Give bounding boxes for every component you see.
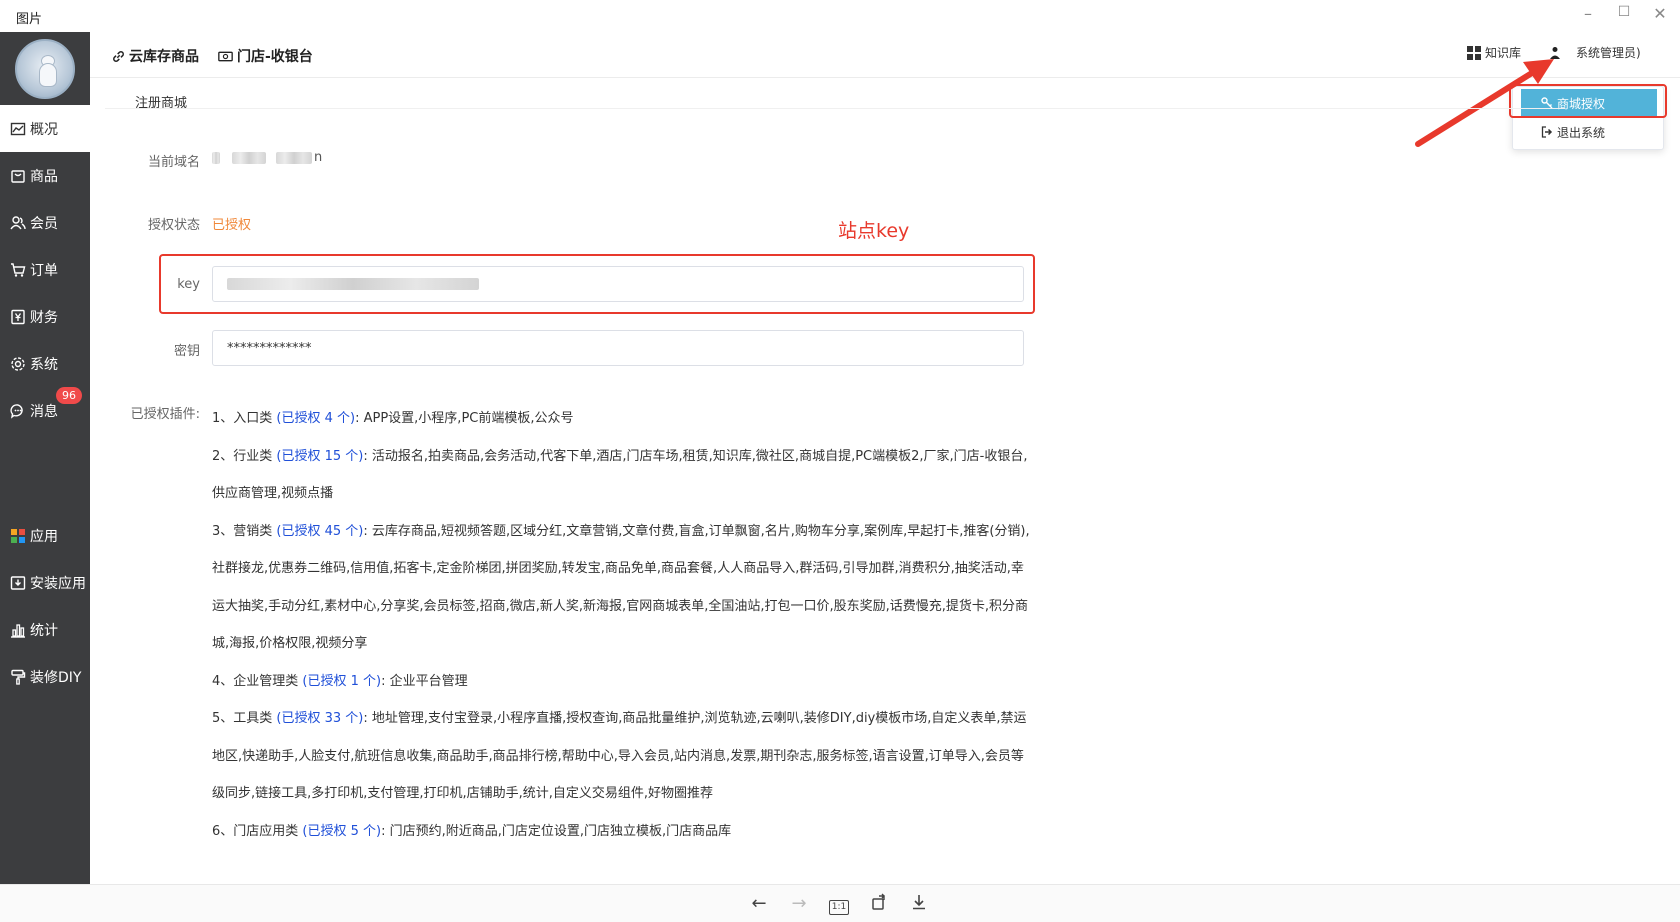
plugin-group: 6、门店应用类 (已授权 5 个): 门店预约,附近商品,门店定位设置,门店独立… xyxy=(212,813,1032,851)
sidebar-item-goods[interactable]: 商品 xyxy=(0,152,90,199)
sidebar-item-orders[interactable]: 订单 xyxy=(0,246,90,293)
dropdown-item-label: 退出系统 xyxy=(1557,125,1606,140)
finance-icon xyxy=(11,309,25,324)
viewer-toolbar: ← → 1:1 xyxy=(0,884,1680,922)
sidebar-item-install-apps[interactable]: 安装应用 xyxy=(0,559,90,606)
sidebar-item-finance[interactable]: 财务 xyxy=(0,293,90,340)
plugin-group-count: (已授权 15 个) xyxy=(276,448,364,464)
status-label: 授权状态 xyxy=(147,218,200,233)
plugin-group-title: 1、入口类 xyxy=(212,411,277,426)
paint-roller-icon xyxy=(11,669,26,685)
secret-value: ************* xyxy=(227,340,312,356)
download-icon xyxy=(10,575,26,590)
sidebar-item-label: 订单 xyxy=(30,262,58,279)
plugin-group-count: (已授权 45 个) xyxy=(276,523,364,539)
sidebar-item-label: 安装应用 xyxy=(30,575,86,592)
section-divider xyxy=(105,108,1565,109)
sidebar-item-label: 商品 xyxy=(30,168,58,185)
plugin-group-items: : 门店预约,附近商品,门店定位设置,门店独立模板,门店商品库 xyxy=(381,823,732,839)
previous-arrow-icon[interactable]: ← xyxy=(748,893,770,915)
chat-icon xyxy=(10,403,23,419)
sidebar-item-diy[interactable]: 装修DIY xyxy=(0,653,90,700)
plugin-group-items: : 云库存商品,短视频答题,区域分红,文章营销,文章付费,盲盒,订单飘窗,名片,… xyxy=(212,523,1030,652)
bar-chart-icon xyxy=(11,623,25,638)
sidebar-item-label: 统计 xyxy=(30,622,58,639)
sidebar-item-label: 应用 xyxy=(30,528,58,545)
domain-value-redacted xyxy=(212,152,220,164)
plugin-group-title: 6、门店应用类 xyxy=(212,823,303,839)
chart-line-icon xyxy=(10,122,26,135)
sidebar-item-label: 消息 xyxy=(30,403,58,420)
plugin-group-title: 3、营销类 xyxy=(212,523,277,539)
plugin-group-count: (已授权 33 个) xyxy=(276,711,364,726)
plugin-group: 1、入口类 (已授权 4 个): APP设置,小程序,PC前端模板,公众号 xyxy=(212,400,1032,438)
key-input[interactable] xyxy=(212,266,1024,302)
plugin-group: 3、营销类 (已授权 45 个): 云库存商品,短视频答题,区域分红,文章营销,… xyxy=(212,513,1032,663)
plugins-label: 已授权插件: xyxy=(130,407,200,422)
window-titlebar: 图片 – ☐ ✕ xyxy=(0,0,1680,32)
domain-value-redacted xyxy=(276,152,312,164)
tab-store-cashier[interactable]: 门店-收银台 xyxy=(218,46,313,66)
plugin-group: 4、企业管理类 (已授权 1 个): 企业平台管理 xyxy=(212,663,1032,701)
window-title: 图片 xyxy=(16,12,43,27)
zoom-label: 1:1 xyxy=(828,900,850,915)
shopping-bag-icon xyxy=(11,169,25,183)
user-label: 系统管理员) xyxy=(1576,46,1641,60)
status-value: 已授权 xyxy=(212,218,252,233)
rotate-icon[interactable] xyxy=(868,893,890,915)
plugin-group-count: (已授权 5 个) xyxy=(302,823,382,839)
tab-label: 云库存商品 xyxy=(129,49,199,65)
minimize-icon[interactable]: – xyxy=(1576,4,1600,23)
next-arrow-icon[interactable]: → xyxy=(788,893,810,915)
message-count-badge: 96 xyxy=(56,387,82,404)
sidebar-item-overview[interactable]: 概况 xyxy=(0,105,90,152)
sidebar-item-label: 会员 xyxy=(30,215,58,232)
avatar[interactable] xyxy=(15,39,75,99)
secret-label: 密钥 xyxy=(173,344,200,359)
domain-label: 当前域名 xyxy=(147,155,200,170)
close-icon[interactable]: ✕ xyxy=(1648,4,1672,23)
user-menu[interactable]: 系统管理员) xyxy=(1549,44,1641,61)
domain-value-redacted xyxy=(232,152,266,164)
download-icon[interactable] xyxy=(908,893,930,915)
domain-value-tail: n xyxy=(314,150,323,165)
sidebar-item-label: 概况 xyxy=(30,121,58,138)
sidebar-item-apps[interactable]: 应用 xyxy=(0,512,90,559)
maximize-icon[interactable]: ☐ xyxy=(1612,4,1636,20)
annotation-site-key: 站点key xyxy=(838,220,910,242)
plugin-group-title: 5、工具类 xyxy=(212,711,277,726)
plugin-group-items: : APP设置,小程序,PC前端模板,公众号 xyxy=(355,411,574,426)
gear-icon xyxy=(11,356,25,371)
plugin-list: 1、入口类 (已授权 4 个): APP设置,小程序,PC前端模板,公众号 2、… xyxy=(212,400,1032,850)
plugin-group: 5、工具类 (已授权 33 个): 地址管理,支付宝登录,小程序直播,授权查询,… xyxy=(212,700,1032,813)
sidebar-item-statistics[interactable]: 统计 xyxy=(0,606,90,653)
plugin-group-items: : 企业平台管理 xyxy=(381,673,468,689)
actual-size-button[interactable]: 1:1 xyxy=(828,893,850,915)
cart-icon xyxy=(11,262,26,277)
plugin-group-title: 2、行业类 xyxy=(212,448,277,464)
users-icon xyxy=(10,215,26,229)
sidebar: 概况 商品 会员 订单 财务 系统 消息 96 应用 安装应用 统计 装修DIY xyxy=(0,32,90,884)
cash-register-icon xyxy=(218,51,233,61)
plugin-group: 2、行业类 (已授权 15 个): 活动报名,拍卖商品,会务活动,代客下单,酒店… xyxy=(212,438,1032,513)
secret-input[interactable]: ************* xyxy=(212,330,1024,366)
plugin-group-count: (已授权 4 个) xyxy=(276,411,356,426)
tab-label: 门店-收银台 xyxy=(237,49,313,65)
plugin-group-count: (已授权 1 个) xyxy=(302,673,382,689)
plugin-group-title: 4、企业管理类 xyxy=(212,673,303,689)
key-value-redacted xyxy=(227,278,479,290)
key-label: key xyxy=(177,277,200,292)
apps-grid-icon xyxy=(11,528,25,543)
sidebar-item-members[interactable]: 会员 xyxy=(0,199,90,246)
tab-cloud-stock[interactable]: 云库存商品 xyxy=(112,46,199,66)
sidebar-item-system[interactable]: 系统 xyxy=(0,340,90,387)
sidebar-item-label: 财务 xyxy=(30,309,58,326)
sidebar-item-label: 装修DIY xyxy=(30,669,82,686)
annotation-arrow xyxy=(1415,59,1554,147)
sidebar-item-label: 系统 xyxy=(30,356,58,373)
link-icon xyxy=(113,50,124,62)
